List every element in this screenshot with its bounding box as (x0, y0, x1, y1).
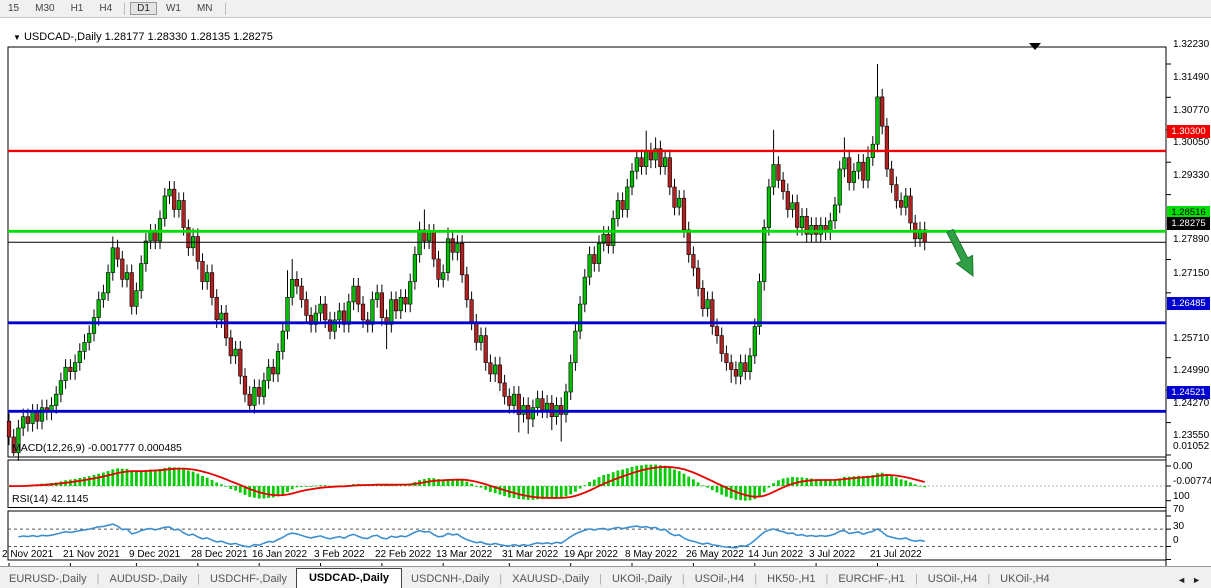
timeframe-button-15[interactable]: 15 (1, 2, 26, 15)
tab-eurusd-daily[interactable]: EURUSD-,Daily (0, 570, 96, 588)
macd-value-signal: 0.000485 (138, 442, 182, 454)
date-axis-label: 21 Nov 2021 (63, 549, 120, 560)
rsi-name: RSI(14) (12, 493, 49, 505)
tab-scroll-left-icon[interactable]: ◄ (1177, 575, 1186, 585)
level-price-badge: 1.24521 (1167, 386, 1210, 399)
tab-eurchf-h1[interactable]: EURCHF-,H1 (829, 570, 914, 588)
tab-usoil-h4[interactable]: USOil-,H4 (919, 570, 987, 588)
date-axis-label: 3 Jul 2022 (809, 549, 856, 560)
date-axis-label: 8 May 2022 (625, 549, 678, 560)
chart-symbol-label: USDCAD-,Daily (23, 31, 102, 43)
macd-axis-label: 0.00 (1173, 461, 1193, 472)
macd-value-main: -0.001777 (87, 442, 136, 454)
date-axis-label: 26 May 2022 (686, 549, 744, 560)
macd-axis-label: -0.00774 (1173, 476, 1211, 487)
tab-usdchf-daily[interactable]: USDCHF-,Daily (201, 570, 296, 588)
price-axis-label: 1.23550 (1173, 430, 1210, 441)
tab-ukoil-daily[interactable]: UKOil-,Daily (603, 570, 681, 588)
level-price-badge: 1.26485 (1167, 297, 1210, 310)
tab-scroll-controls: ◄ ► (1177, 575, 1211, 588)
macd-panel[interactable] (7, 459, 1167, 508)
tab-xauusd-daily[interactable]: XAUUSD-,Daily (503, 570, 598, 588)
rsi-value: 42.1145 (51, 493, 89, 505)
chart-title: ▼ USDCAD-,Daily 1.28177 1.28330 1.28135 … (13, 31, 273, 43)
timeframe-button-H4[interactable]: H4 (92, 2, 119, 15)
rsi-axis-label: 30 (1173, 521, 1185, 532)
rsi-axis-label: 0 (1173, 535, 1179, 546)
price-axis-label: 1.25710 (1173, 333, 1210, 344)
current-price-badge: 1.28275 (1167, 217, 1210, 230)
timeframe-toolbar: 15 M30 H1 H4 D1 W1 MN (0, 0, 1211, 18)
symbol-tab-bar: EURUSD-,Daily | AUDUSD-,Daily | USDCHF-,Dail… (0, 566, 1211, 588)
price-axis-label: 1.27150 (1173, 268, 1210, 279)
timeframe-button-D1[interactable]: D1 (130, 2, 157, 15)
price-axis-label: 1.30050 (1173, 137, 1210, 148)
price-axis-label: 1.31490 (1173, 72, 1210, 83)
rsi-axis-label: 100 (1173, 491, 1190, 502)
rsi-axis-label: 70 (1173, 504, 1185, 515)
date-axis-label: 14 Jun 2022 (748, 549, 804, 560)
tab-usoil-h4[interactable]: USOil-,H4 (686, 570, 754, 588)
symbol-dropdown-icon[interactable]: ▼ (13, 33, 21, 42)
main-chart-canvas[interactable] (0, 19, 1211, 588)
date-axis-label: 19 Apr 2022 (564, 549, 618, 560)
date-axis-label: 3 Feb 2022 (314, 549, 365, 560)
ohlc-open: 1.28177 (104, 31, 145, 43)
main-plot-border (7, 46, 1167, 458)
ohlc-low: 1.28135 (190, 31, 231, 43)
date-axis-label: 21 Jul 2022 (870, 549, 922, 560)
price-axis-label: 1.29330 (1173, 170, 1210, 181)
timeframe-button-W1[interactable]: W1 (159, 2, 188, 15)
date-axis-label: 28 Dec 2021 (191, 549, 248, 560)
date-axis-label: 13 Mar 2022 (436, 549, 493, 560)
price-axis-label: 1.24270 (1173, 398, 1210, 409)
date-axis-label: 2 Nov 2021 (2, 549, 54, 560)
date-axis-label: 9 Dec 2021 (129, 549, 181, 560)
price-axis-label: 1.32230 (1173, 39, 1210, 50)
level-price-badge: 1.30300 (1167, 125, 1210, 138)
toolbar-separator (224, 2, 226, 15)
tab-scroll-right-icon[interactable]: ► (1192, 575, 1201, 585)
rsi-indicator-label: RSI(14) 42.1145 (12, 493, 88, 505)
macd-indicator-label: MACD(12,26,9) -0.001777 0.000485 (12, 442, 182, 454)
ohlc-close: 1.28275 (233, 31, 273, 43)
tab-usdcnh-daily[interactable]: USDCNH-,Daily (402, 570, 498, 588)
chart-window (0, 19, 1211, 582)
toolbar-separator (124, 2, 126, 15)
price-axis-label: 1.27890 (1173, 234, 1210, 245)
date-axis-label: 31 Mar 2022 (502, 549, 559, 560)
macd-axis-label: 0.01052 (1173, 441, 1210, 452)
trading-terminal: 15 M30 H1 H4 D1 W1 MN ▼ USDCAD-,Daily 1.28177 … (0, 0, 1211, 588)
timeframe-button-M30[interactable]: M30 (28, 2, 61, 15)
ohlc-high: 1.28330 (147, 31, 188, 43)
timeframe-button-H1[interactable]: H1 (64, 2, 91, 15)
date-axis-label: 22 Feb 2022 (375, 549, 432, 560)
tab-audusd-daily[interactable]: AUDUSD-,Daily (100, 570, 196, 588)
date-axis-label: 16 Jan 2022 (252, 549, 308, 560)
tab-usdcad-daily[interactable]: USDCAD-,Daily (295, 568, 403, 588)
tab-ukoil-h4[interactable]: UKOil-,H4 (991, 570, 1059, 588)
timeframe-button-MN[interactable]: MN (190, 2, 220, 15)
tab-hk50-h1[interactable]: HK50-,H1 (758, 570, 824, 588)
price-axis-label: 1.30770 (1173, 105, 1210, 116)
price-axis-label: 1.24990 (1173, 365, 1210, 376)
macd-name: MACD(12,26,9) (12, 442, 85, 454)
